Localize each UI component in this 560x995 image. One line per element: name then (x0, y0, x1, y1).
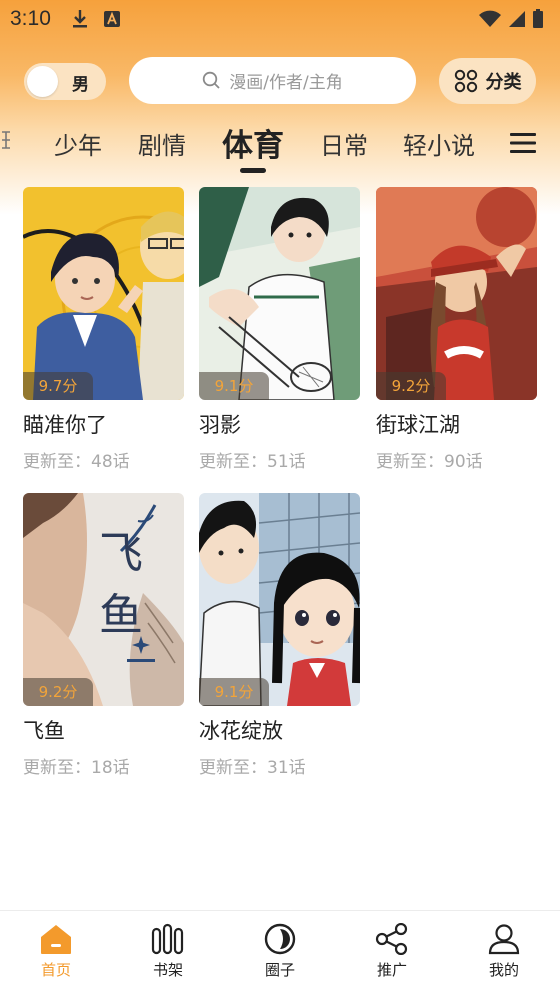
signal-icon (509, 11, 525, 27)
score-badge: 9.1分 (199, 372, 269, 400)
nav-mine[interactable]: 我的 (464, 923, 544, 980)
download-icon (72, 10, 87, 28)
comic-cover[interactable]: 9.1分 (199, 187, 360, 400)
toggle-knob[interactable] (27, 66, 58, 97)
cover-illustration (199, 187, 360, 400)
nav-label: 书架 (152, 961, 183, 979)
cover-illustration (199, 493, 360, 706)
comic-title[interactable]: 飞鱼 (23, 715, 184, 745)
gender-label: 男 (72, 75, 89, 95)
comic-update-status: 更新至：90话 (376, 452, 483, 472)
notification-a-icon (103, 11, 120, 27)
nav-circle[interactable]: 圈子 (240, 923, 320, 980)
comic-card[interactable]: 9.1分 羽影 更新至：51话 (199, 187, 360, 472)
score-badge: 9.7分 (23, 372, 93, 400)
nav-label: 圈子 (264, 961, 295, 979)
circle-icon (264, 923, 296, 955)
category-label: 分类 (485, 72, 522, 93)
search-input[interactable]: 漫画/作者/主角 (129, 57, 416, 104)
comic-cover[interactable]: 飞 鱼 9.2分 (23, 493, 184, 706)
score-badge: 9.2分 (23, 678, 93, 706)
score-badge: 9.2分 (376, 372, 446, 400)
nav-promote[interactable]: 推广 (352, 923, 432, 980)
profile-icon (488, 924, 520, 955)
tab-qingxiaoshuo[interactable]: 轻小说 (403, 126, 475, 161)
comic-title[interactable]: 冰花绽放 (199, 715, 360, 745)
nav-label: 我的 (488, 961, 519, 979)
category-tabs: 少年 剧情 体育 日常 轻小说 (0, 118, 560, 178)
nav-label: 推广 (376, 961, 407, 979)
comic-cover[interactable]: 9.1分 (199, 493, 360, 706)
cover-illustration (23, 187, 184, 400)
bottom-navigation: 首页 书架 圈子 推广 我的 (0, 910, 560, 995)
comic-update-status: 更新至：48话 (23, 452, 130, 472)
tab-partial-left[interactable] (0, 126, 24, 160)
menu-icon[interactable] (510, 132, 536, 154)
comic-cover[interactable]: 9.2分 (376, 187, 537, 400)
comic-card[interactable]: 飞 鱼 9.2分 飞鱼 更新至：18话 (23, 493, 184, 778)
nav-label: 首页 (40, 961, 71, 979)
nav-bookshelf[interactable]: 书架 (128, 923, 208, 980)
category-button[interactable]: 分类 (439, 58, 536, 104)
comic-title[interactable]: 瞄准你了 (23, 409, 184, 439)
header-row: 男 漫画/作者/主角 分类 (0, 57, 560, 105)
comic-title[interactable]: 街球江湖 (376, 409, 537, 439)
battery-icon (533, 9, 543, 28)
comic-cover[interactable]: 9.7分 (23, 187, 184, 400)
home-icon (41, 925, 71, 954)
score-badge: 9.1分 (199, 678, 269, 706)
tab-juqing[interactable]: 剧情 (138, 126, 186, 161)
comic-card[interactable]: 9.7分 瞄准你了 更新至：48话 (23, 187, 184, 472)
comic-card[interactable]: 9.2分 街球江湖 更新至：90话 (376, 187, 537, 472)
share-icon (375, 923, 408, 955)
search-placeholder: 漫画/作者/主角 (229, 73, 343, 93)
active-tab-indicator (240, 168, 266, 173)
nav-home[interactable]: 首页 (16, 923, 96, 980)
comic-title[interactable]: 羽影 (199, 409, 360, 439)
cover-illustration (376, 187, 537, 400)
bookshelf-icon (151, 923, 184, 955)
search-icon (203, 71, 220, 89)
status-time: 3:10 (10, 7, 51, 30)
partial-tab-glyph-icon (2, 131, 10, 149)
category-grid-icon (454, 69, 477, 93)
tab-shaonian[interactable]: 少年 (54, 126, 102, 161)
comic-update-status: 更新至：51话 (199, 452, 306, 472)
cover-title-text: 飞 鱼 (99, 528, 143, 641)
tab-richang[interactable]: 日常 (320, 126, 368, 161)
wifi-icon (479, 10, 501, 27)
comic-update-status: 更新至：18话 (23, 758, 130, 778)
status-bar: 3:10 (0, 0, 560, 38)
comic-card[interactable]: 9.1分 冰花绽放 更新至：31话 (199, 493, 360, 778)
tab-tiyu[interactable]: 体育 (222, 120, 284, 165)
comic-update-status: 更新至：31话 (199, 758, 306, 778)
gender-toggle[interactable]: 男 (24, 63, 106, 100)
